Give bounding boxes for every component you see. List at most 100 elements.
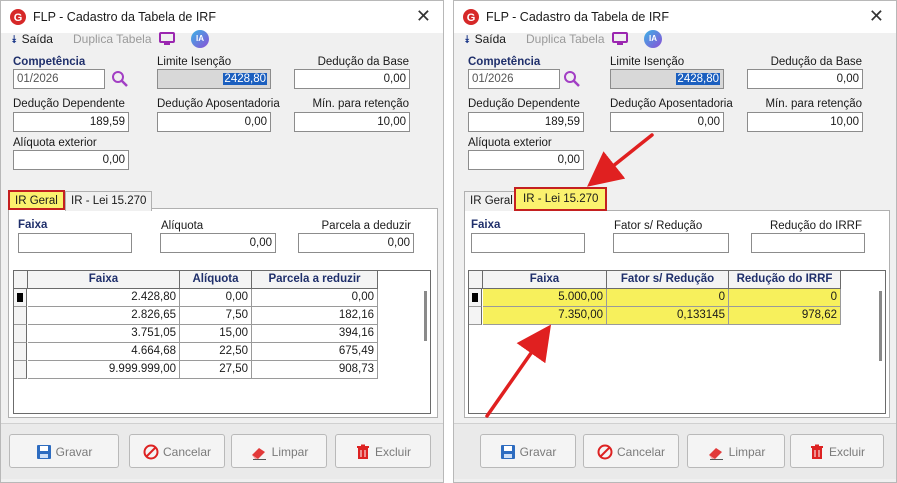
cell-fator[interactable]: 0,133145 (607, 307, 729, 325)
limite-field[interactable]: 2428,80 (610, 69, 724, 89)
excluir-button[interactable]: Excluir (790, 434, 884, 468)
cell-parcela[interactable]: 0,00 (252, 289, 378, 307)
excluir-button[interactable]: Excluir (335, 434, 431, 468)
cell-fator[interactable]: 0 (607, 289, 729, 307)
faixa-field[interactable] (18, 233, 132, 253)
deducao-dependente-label: Dedução Dependente (468, 98, 580, 110)
cell-faixa[interactable]: 4.664,68 (28, 343, 180, 361)
deducao-base-label: Dedução da Base (770, 56, 862, 68)
tab-ir-geral[interactable]: IR Geral (8, 190, 65, 210)
cell-aliquota[interactable]: 22,50 (180, 343, 252, 361)
gravar-button[interactable]: Gravar (9, 434, 119, 468)
limite-field[interactable]: 2428,80 (157, 69, 271, 89)
grid-header-aliquota[interactable]: Alíquota (180, 271, 252, 289)
aliquota-field[interactable]: 0,00 (160, 233, 276, 253)
competencia-field[interactable]: 01/2026 (13, 69, 105, 89)
grid-header-reducao[interactable]: Redução do IRRF (729, 271, 841, 289)
cell-faixa[interactable]: 5.000,00 (483, 289, 607, 307)
min-retencao-label: Mín. para retenção (765, 98, 862, 110)
cell-aliquota[interactable]: 15,00 (180, 325, 252, 343)
deducao-base-label: Dedução da Base (317, 56, 409, 68)
cell-faixa[interactable]: 2.826,65 (28, 307, 180, 325)
grid-scrollbar[interactable] (879, 291, 882, 361)
tab-ir-lei[interactable]: IR - Lei 15.270 (514, 187, 608, 211)
button-bar: Gravar Cancelar Limpar Excluir (454, 423, 896, 479)
reducao-irrf-field[interactable] (751, 233, 865, 253)
close-icon[interactable]: ✕ (869, 6, 884, 26)
cancelar-label: Cancelar (616, 444, 666, 459)
trash-icon (810, 444, 823, 459)
fator-reducao-field[interactable] (613, 233, 729, 253)
limpar-button[interactable]: Limpar (231, 434, 327, 468)
deducao-aposentadoria-field[interactable]: 0,00 (157, 112, 271, 132)
exit-arrow-icon: ⯯ (464, 34, 471, 46)
svg-text:G: G (467, 12, 476, 24)
save-icon (36, 444, 51, 459)
duplicate-table-button[interactable]: Duplica Tabela (526, 32, 605, 46)
cell-parcela[interactable]: 182,16 (252, 307, 378, 325)
tab-ir-geral[interactable]: IR Geral (464, 191, 519, 211)
svg-text:G: G (14, 12, 23, 24)
cell-aliquota[interactable]: 27,50 (180, 361, 252, 379)
min-retencao-field[interactable]: 10,00 (294, 112, 410, 132)
close-icon[interactable]: ✕ (416, 6, 431, 26)
aliquota-exterior-field[interactable]: 0,00 (468, 150, 584, 170)
cell-aliquota[interactable]: 0,00 (180, 289, 252, 307)
exit-button[interactable]: ⯯ Saída (11, 32, 53, 47)
deducao-aposentadoria-label: Dedução Aposentadoria (610, 98, 733, 110)
grid-header-parcela[interactable]: Parcela a reduzir (252, 271, 378, 289)
trash-icon (356, 444, 369, 459)
ia-icon[interactable]: IA (191, 30, 209, 48)
window-ir-geral: G FLP - Cadastro da Tabela de IRF ✕ ⯯ Saí… (0, 0, 444, 483)
limpar-button[interactable]: Limpar (687, 434, 785, 468)
exit-arrow-icon: ⯯ (11, 34, 18, 46)
row-indicator (14, 361, 27, 379)
cell-reducao[interactable]: 0 (729, 289, 841, 307)
grid-scrollbar[interactable] (424, 291, 427, 341)
monitor-icon[interactable] (612, 32, 628, 46)
monitor-icon[interactable] (159, 32, 175, 46)
cell-faixa[interactable]: 2.428,80 (28, 289, 180, 307)
faixas-lei-grid[interactable]: Faixa Fator s/ Redução Redução do IRRF 5… (468, 270, 886, 414)
deducao-dependente-field[interactable]: 189,59 (468, 112, 584, 132)
duplicate-table-button[interactable]: Duplica Tabela (73, 32, 152, 46)
grid-header-faixa[interactable]: Faixa (28, 271, 180, 289)
deducao-base-field[interactable]: 0,00 (294, 69, 410, 89)
deducao-base-field[interactable]: 0,00 (747, 69, 863, 89)
cancelar-button[interactable]: Cancelar (583, 434, 679, 468)
aliquota-label: Alíquota (161, 220, 204, 232)
app-logo-icon: G (463, 9, 479, 25)
excluir-label: Excluir (374, 444, 411, 459)
competencia-field[interactable]: 01/2026 (468, 69, 560, 89)
cell-parcela[interactable]: 675,49 (252, 343, 378, 361)
exit-button[interactable]: ⯯ Saída (464, 32, 506, 47)
faixas-grid[interactable]: Faixa Alíquota Parcela a reduzir 2.428,8… (13, 270, 431, 414)
search-icon[interactable] (111, 70, 129, 88)
cell-faixa[interactable]: 3.751,05 (28, 325, 180, 343)
grid-indicator-header (469, 271, 483, 289)
cell-reducao[interactable]: 978,62 (729, 307, 841, 325)
exit-label: Saída (21, 32, 53, 46)
deducao-aposentadoria-field[interactable]: 0,00 (610, 112, 724, 132)
deducao-dependente-field[interactable]: 189,59 (13, 112, 129, 132)
cell-parcela[interactable]: 908,73 (252, 361, 378, 379)
cell-faixa[interactable]: 7.350,00 (483, 307, 607, 325)
search-icon[interactable] (563, 70, 581, 88)
aliquota-exterior-field[interactable]: 0,00 (13, 150, 129, 170)
faixa-label: Faixa (471, 219, 501, 231)
window-title: FLP - Cadastro da Tabela de IRF (33, 10, 216, 24)
grid-header-faixa[interactable]: Faixa (483, 271, 607, 289)
aliquota-exterior-label: Alíquota exterior (13, 137, 97, 149)
tab-ir-lei[interactable]: IR - Lei 15.270 (65, 191, 153, 211)
cell-aliquota[interactable]: 7,50 (180, 307, 252, 325)
ia-icon[interactable]: IA (644, 30, 662, 48)
parcela-field[interactable]: 0,00 (298, 233, 414, 253)
row-indicator (14, 307, 27, 325)
min-retencao-field[interactable]: 10,00 (747, 112, 863, 132)
cancelar-button[interactable]: Cancelar (129, 434, 225, 468)
grid-header-fator[interactable]: Fator s/ Redução (607, 271, 729, 289)
cell-faixa[interactable]: 9.999.999,00 (28, 361, 180, 379)
gravar-button[interactable]: Gravar (480, 434, 576, 468)
faixa-field[interactable] (471, 233, 585, 253)
cell-parcela[interactable]: 394,16 (252, 325, 378, 343)
